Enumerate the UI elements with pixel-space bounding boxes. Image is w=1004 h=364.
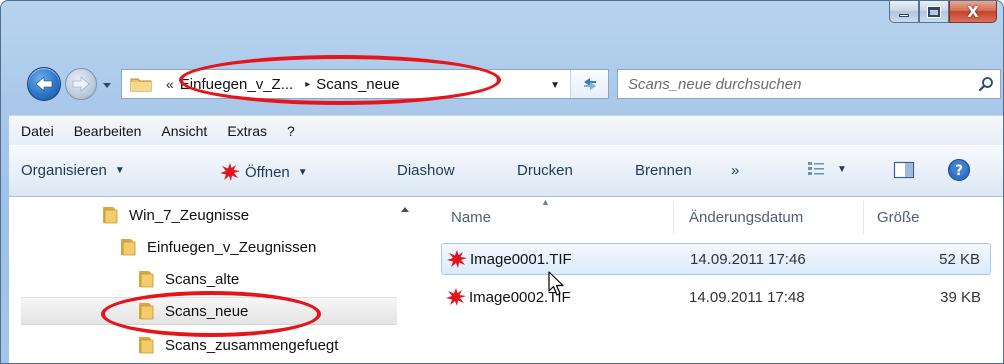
file-list: ▲ Name Änderungsdatum Größe Image0001.TI…	[429, 197, 1003, 363]
address-segment-current[interactable]: Scans_neue	[316, 76, 399, 93]
tree-item-einfuegen[interactable]: Einfuegen_v_Zeugnissen	[119, 233, 316, 261]
column-header-size[interactable]: Größe	[877, 209, 920, 226]
folder-icon	[103, 207, 118, 224]
navigation-scrollbar[interactable]	[397, 197, 413, 364]
tif-file-icon	[446, 288, 466, 306]
open-button[interactable]: Öffnen ▼	[219, 162, 308, 182]
file-size: 39 KB	[940, 288, 981, 306]
view-options-button[interactable]: ▼	[807, 160, 847, 178]
close-button[interactable]: X	[949, 1, 997, 23]
navigation-pane: Win_7_Zeugnisse Einfuegen_v_Zeugnissen S…	[9, 197, 413, 364]
organize-label: Organisieren	[21, 162, 107, 179]
svg-text:?: ?	[955, 163, 963, 179]
tree-item-scans-alte[interactable]: Scans_alte	[137, 265, 239, 293]
maximize-button[interactable]	[919, 1, 949, 23]
content-area: Win_7_Zeugnisse Einfuegen_v_Zeugnissen S…	[9, 197, 1003, 364]
folder-icon	[121, 239, 136, 256]
file-name: Image0001.TIF	[470, 250, 572, 268]
maximize-icon	[927, 5, 941, 18]
refresh-icon	[583, 78, 596, 90]
column-divider[interactable]	[673, 201, 674, 235]
search-box[interactable]: Scans_neue durchsuchen	[617, 69, 1001, 99]
file-date: 14.09.2011 17:48	[689, 288, 805, 306]
file-size: 52 KB	[939, 250, 980, 268]
help-button[interactable]: ?	[947, 158, 971, 182]
print-label: Drucken	[517, 162, 573, 179]
more-label: »	[731, 162, 740, 179]
back-button[interactable]	[27, 67, 61, 101]
organize-button[interactable]: Organisieren ▼	[21, 162, 125, 179]
menu-edit[interactable]: Bearbeiten	[74, 123, 142, 139]
view-details-icon	[808, 162, 824, 175]
menu-help[interactable]: ?	[287, 123, 295, 139]
preview-pane-icon	[893, 161, 915, 179]
folder-icon	[130, 78, 152, 92]
slideshow-button[interactable]: Diashow	[397, 162, 455, 179]
address-overflow-chevron[interactable]: «	[166, 76, 174, 92]
tree-item-label: Win_7_Zeugnisse	[129, 206, 250, 224]
mouse-cursor-icon	[548, 271, 564, 296]
preview-pane-button[interactable]	[893, 160, 915, 180]
print-button[interactable]: Drucken	[517, 162, 573, 179]
image-file-icon	[220, 163, 240, 181]
close-icon: X	[967, 2, 979, 21]
arrow-left-icon	[35, 76, 53, 92]
sort-ascending-icon: ▲	[541, 197, 550, 207]
folder-icon	[139, 337, 154, 354]
address-segment-parent[interactable]: Einfuegen_v_Z...	[180, 76, 293, 93]
help-icon: ?	[948, 159, 970, 181]
search-input[interactable]: Scans_neue durchsuchen	[628, 76, 972, 93]
recent-pages-dropdown-icon[interactable]	[101, 79, 113, 91]
explorer-window: X « Einfuegen_v_Z... ▸ Scans_neue ▼ Scan…	[0, 0, 1004, 364]
minimize-icon	[899, 14, 909, 17]
navigation-row: « Einfuegen_v_Z... ▸ Scans_neue ▼ Scans_…	[1, 61, 1003, 105]
folder-icon	[139, 271, 154, 288]
tree-item-label: Scans_alte	[165, 270, 240, 288]
arrow-right-icon	[72, 76, 90, 92]
caption-buttons: X	[889, 1, 997, 23]
tif-file-icon	[447, 250, 467, 268]
menu-view[interactable]: Ansicht	[161, 123, 207, 139]
folder-icon	[139, 303, 154, 320]
command-bar: Organisieren ▼ Öffnen ▼ Diashow Drucken …	[9, 145, 1003, 197]
column-header-name[interactable]: Name	[451, 209, 491, 226]
tree-item-label: Scans_zusammengefuegt	[165, 336, 339, 354]
burn-label: Brennen	[635, 162, 692, 179]
column-header-date[interactable]: Änderungsdatum	[689, 209, 803, 226]
refresh-button[interactable]	[570, 70, 608, 98]
forward-button[interactable]	[65, 68, 97, 100]
minimize-button[interactable]	[889, 1, 919, 23]
tree-item-scans-zusammengefuegt[interactable]: Scans_zusammengefuegt	[137, 331, 338, 359]
menu-tools[interactable]: Extras	[227, 123, 267, 139]
tree-item-scans-neue[interactable]: Scans_neue	[21, 297, 397, 325]
chevron-down-icon: ▼	[297, 166, 308, 178]
column-divider[interactable]	[863, 201, 864, 235]
slideshow-label: Diashow	[397, 162, 455, 179]
address-separator-icon[interactable]: ▸	[305, 79, 310, 90]
menu-file[interactable]: Datei	[21, 123, 54, 139]
chevron-down-icon: ▼	[114, 165, 125, 176]
open-label: Öffnen	[245, 163, 290, 181]
address-bar[interactable]: « Einfuegen_v_Z... ▸ Scans_neue ▼	[121, 69, 609, 99]
file-row[interactable]: Image0001.TIF 14.09.2011 17:46 52 KB	[441, 243, 991, 275]
more-commands-button[interactable]: »	[731, 162, 739, 179]
search-icon[interactable]	[972, 76, 1000, 92]
tree-item-win7-zeugnisse[interactable]: Win_7_Zeugnisse	[101, 201, 249, 229]
file-date: 14.09.2011 17:46	[690, 250, 806, 268]
chevron-down-icon: ▼	[837, 163, 847, 175]
file-row[interactable]: Image0002.TIF 14.09.2011 17:48 39 KB	[441, 281, 991, 313]
tree-item-label: Scans_neue	[165, 302, 249, 320]
burn-button[interactable]: Brennen	[635, 162, 692, 179]
menu-bar: Datei Bearbeiten Ansicht Extras ?	[9, 115, 1003, 145]
tree-item-label: Einfuegen_v_Zeugnissen	[147, 238, 317, 256]
address-dropdown-icon[interactable]: ▼	[550, 80, 560, 91]
